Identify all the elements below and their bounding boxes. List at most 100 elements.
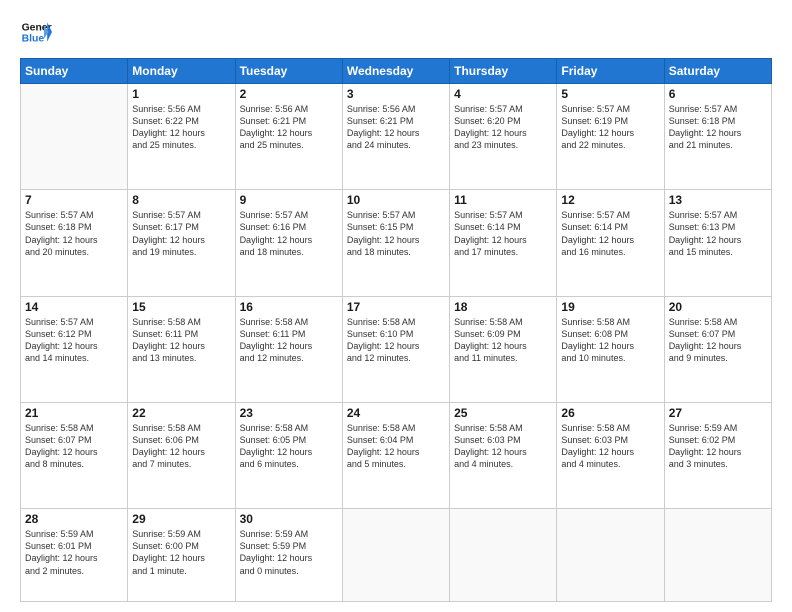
day-number: 30	[240, 512, 338, 526]
day-number: 1	[132, 87, 230, 101]
calendar-cell: 23 Sunrise: 5:58 AM Sunset: 6:05 PM Dayli…	[235, 402, 342, 508]
calendar-cell: 21 Sunrise: 5:58 AM Sunset: 6:07 PM Dayli…	[21, 402, 128, 508]
calendar-cell: 20Sunrise: 5:58 AM Sunset: 6:07 PM Dayli…	[664, 296, 771, 402]
calendar-cell: 27 Sunrise: 5:59 AM Sunset: 6:02 PM Dayli…	[664, 402, 771, 508]
weekday-header: SundayMondayTuesdayWednesdayThursdayFrid…	[21, 59, 772, 84]
calendar-cell: 9 Sunrise: 5:57 AM Sunset: 6:16 PM Daylig…	[235, 190, 342, 296]
day-info: Sunrise: 5:57 AM Sunset: 6:18 PM Dayligh…	[669, 103, 767, 152]
day-info: Sunrise: 5:57 AM Sunset: 6:19 PM Dayligh…	[561, 103, 659, 152]
day-info: Sunrise: 5:58 AM Sunset: 6:09 PM Dayligh…	[454, 316, 552, 365]
day-info: Sunrise: 5:59 AM Sunset: 6:00 PM Dayligh…	[132, 528, 230, 577]
calendar-cell: 2 Sunrise: 5:56 AM Sunset: 6:21 PM Daylig…	[235, 84, 342, 190]
logo-icon: General Blue	[20, 16, 52, 48]
day-number: 17	[347, 300, 445, 314]
day-number: 16	[240, 300, 338, 314]
day-number: 15	[132, 300, 230, 314]
day-number: 7	[25, 193, 123, 207]
calendar-cell: 8Sunrise: 5:57 AM Sunset: 6:17 PM Daylig…	[128, 190, 235, 296]
calendar-cell: 19Sunrise: 5:58 AM Sunset: 6:08 PM Dayli…	[557, 296, 664, 402]
day-info: Sunrise: 5:59 AM Sunset: 5:59 PM Dayligh…	[240, 528, 338, 577]
day-number: 26	[561, 406, 659, 420]
calendar-cell: 17 Sunrise: 5:58 AM Sunset: 6:10 PM Dayli…	[342, 296, 449, 402]
calendar-cell: 4Sunrise: 5:57 AM Sunset: 6:20 PM Daylig…	[450, 84, 557, 190]
calendar-cell: 3 Sunrise: 5:56 AM Sunset: 6:21 PM Daylig…	[342, 84, 449, 190]
week-row-5: 28Sunrise: 5:59 AM Sunset: 6:01 PM Dayli…	[21, 509, 772, 602]
calendar-cell: 10 Sunrise: 5:57 AM Sunset: 6:15 PM Dayli…	[342, 190, 449, 296]
day-info: Sunrise: 5:56 AM Sunset: 6:21 PM Dayligh…	[240, 103, 338, 152]
day-info: Sunrise: 5:56 AM Sunset: 6:21 PM Dayligh…	[347, 103, 445, 152]
weekday-tuesday: Tuesday	[235, 59, 342, 84]
day-info: Sunrise: 5:57 AM Sunset: 6:14 PM Dayligh…	[561, 209, 659, 258]
day-number: 13	[669, 193, 767, 207]
calendar-cell: 26 Sunrise: 5:58 AM Sunset: 6:03 PM Dayli…	[557, 402, 664, 508]
calendar-cell: 12Sunrise: 5:57 AM Sunset: 6:14 PM Dayli…	[557, 190, 664, 296]
calendar-cell: 16Sunrise: 5:58 AM Sunset: 6:11 PM Dayli…	[235, 296, 342, 402]
svg-text:Blue: Blue	[22, 34, 45, 45]
weekday-friday: Friday	[557, 59, 664, 84]
day-info: Sunrise: 5:57 AM Sunset: 6:13 PM Dayligh…	[669, 209, 767, 258]
calendar-cell	[450, 509, 557, 602]
calendar-cell: 13 Sunrise: 5:57 AM Sunset: 6:13 PM Dayli…	[664, 190, 771, 296]
day-info: Sunrise: 5:59 AM Sunset: 6:02 PM Dayligh…	[669, 422, 767, 471]
day-number: 2	[240, 87, 338, 101]
calendar-cell	[557, 509, 664, 602]
calendar-cell: 11 Sunrise: 5:57 AM Sunset: 6:14 PM Dayli…	[450, 190, 557, 296]
day-info: Sunrise: 5:57 AM Sunset: 6:15 PM Dayligh…	[347, 209, 445, 258]
day-number: 27	[669, 406, 767, 420]
day-number: 29	[132, 512, 230, 526]
calendar-cell: 14Sunrise: 5:57 AM Sunset: 6:12 PM Dayli…	[21, 296, 128, 402]
day-info: Sunrise: 5:57 AM Sunset: 6:16 PM Dayligh…	[240, 209, 338, 258]
day-info: Sunrise: 5:58 AM Sunset: 6:10 PM Dayligh…	[347, 316, 445, 365]
calendar-cell: 30 Sunrise: 5:59 AM Sunset: 5:59 PM Dayli…	[235, 509, 342, 602]
day-number: 14	[25, 300, 123, 314]
day-number: 6	[669, 87, 767, 101]
day-info: Sunrise: 5:57 AM Sunset: 6:20 PM Dayligh…	[454, 103, 552, 152]
calendar-cell: 6 Sunrise: 5:57 AM Sunset: 6:18 PM Daylig…	[664, 84, 771, 190]
day-info: Sunrise: 5:57 AM Sunset: 6:14 PM Dayligh…	[454, 209, 552, 258]
day-info: Sunrise: 5:58 AM Sunset: 6:06 PM Dayligh…	[132, 422, 230, 471]
day-number: 18	[454, 300, 552, 314]
day-number: 11	[454, 193, 552, 207]
calendar-cell: 1Sunrise: 5:56 AM Sunset: 6:22 PM Daylig…	[128, 84, 235, 190]
calendar-cell	[21, 84, 128, 190]
day-info: Sunrise: 5:58 AM Sunset: 6:11 PM Dayligh…	[132, 316, 230, 365]
day-info: Sunrise: 5:58 AM Sunset: 6:03 PM Dayligh…	[454, 422, 552, 471]
day-number: 8	[132, 193, 230, 207]
day-info: Sunrise: 5:59 AM Sunset: 6:01 PM Dayligh…	[25, 528, 123, 577]
day-info: Sunrise: 5:58 AM Sunset: 6:04 PM Dayligh…	[347, 422, 445, 471]
week-row-2: 7 Sunrise: 5:57 AM Sunset: 6:18 PM Daylig…	[21, 190, 772, 296]
day-number: 3	[347, 87, 445, 101]
day-number: 5	[561, 87, 659, 101]
day-number: 23	[240, 406, 338, 420]
calendar-cell	[664, 509, 771, 602]
day-number: 22	[132, 406, 230, 420]
week-row-1: 1Sunrise: 5:56 AM Sunset: 6:22 PM Daylig…	[21, 84, 772, 190]
calendar-cell: 28Sunrise: 5:59 AM Sunset: 6:01 PM Dayli…	[21, 509, 128, 602]
day-number: 9	[240, 193, 338, 207]
weekday-sunday: Sunday	[21, 59, 128, 84]
logo: General Blue	[20, 16, 52, 48]
weekday-monday: Monday	[128, 59, 235, 84]
week-row-3: 14Sunrise: 5:57 AM Sunset: 6:12 PM Dayli…	[21, 296, 772, 402]
calendar-cell: 5 Sunrise: 5:57 AM Sunset: 6:19 PM Daylig…	[557, 84, 664, 190]
calendar-cell: 15 Sunrise: 5:58 AM Sunset: 6:11 PM Dayli…	[128, 296, 235, 402]
calendar-cell: 25 Sunrise: 5:58 AM Sunset: 6:03 PM Dayli…	[450, 402, 557, 508]
weekday-saturday: Saturday	[664, 59, 771, 84]
calendar: SundayMondayTuesdayWednesdayThursdayFrid…	[20, 58, 772, 602]
calendar-cell: 18 Sunrise: 5:58 AM Sunset: 6:09 PM Dayli…	[450, 296, 557, 402]
weekday-wednesday: Wednesday	[342, 59, 449, 84]
day-info: Sunrise: 5:58 AM Sunset: 6:07 PM Dayligh…	[669, 316, 767, 365]
day-number: 21	[25, 406, 123, 420]
day-info: Sunrise: 5:57 AM Sunset: 6:18 PM Dayligh…	[25, 209, 123, 258]
calendar-cell: 29 Sunrise: 5:59 AM Sunset: 6:00 PM Dayli…	[128, 509, 235, 602]
calendar-cell: 22 Sunrise: 5:58 AM Sunset: 6:06 PM Dayli…	[128, 402, 235, 508]
day-info: Sunrise: 5:58 AM Sunset: 6:03 PM Dayligh…	[561, 422, 659, 471]
day-number: 10	[347, 193, 445, 207]
day-info: Sunrise: 5:58 AM Sunset: 6:07 PM Dayligh…	[25, 422, 123, 471]
day-number: 24	[347, 406, 445, 420]
day-info: Sunrise: 5:58 AM Sunset: 6:08 PM Dayligh…	[561, 316, 659, 365]
day-info: Sunrise: 5:58 AM Sunset: 6:05 PM Dayligh…	[240, 422, 338, 471]
calendar-cell: 7 Sunrise: 5:57 AM Sunset: 6:18 PM Daylig…	[21, 190, 128, 296]
calendar-body: 1Sunrise: 5:56 AM Sunset: 6:22 PM Daylig…	[21, 84, 772, 602]
day-number: 25	[454, 406, 552, 420]
